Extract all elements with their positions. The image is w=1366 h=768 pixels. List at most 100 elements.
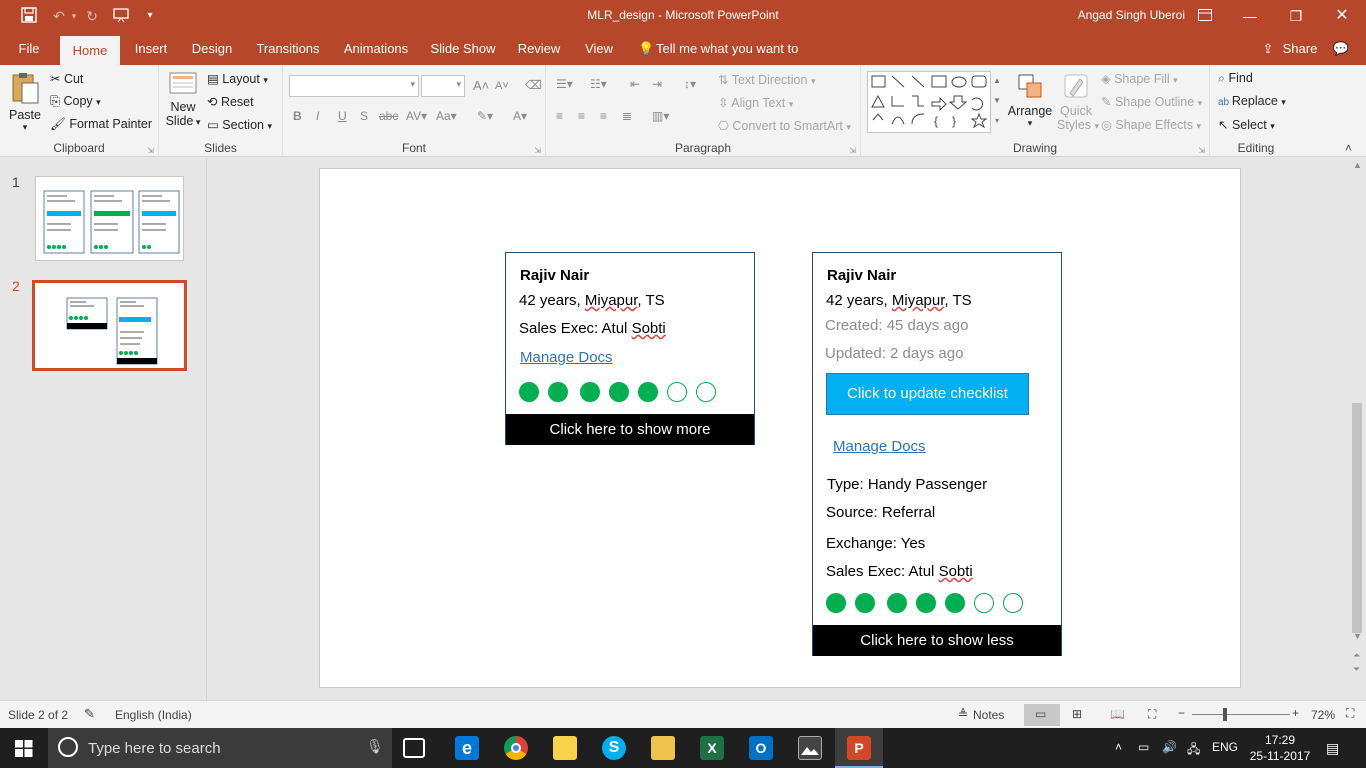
excel-icon[interactable]: X [700, 736, 724, 760]
justify-icon[interactable]: ≣ [622, 109, 632, 123]
slideshow-view-icon[interactable]: ⛶ [1148, 707, 1156, 722]
scroll-down-icon[interactable]: ▼ [1353, 631, 1362, 641]
layout-button[interactable]: ▤ Layout ▾ [207, 71, 268, 86]
new-slide-button[interactable]: New Slide ▾ [165, 71, 201, 128]
line-spacing-icon[interactable]: ↕▾ [684, 77, 696, 91]
contact-card-expanded[interactable]: Rajiv Nair 42 years, Miyapur, TS Created… [812, 252, 1062, 656]
shape-outline-button[interactable]: ✎ Shape Outline ▾ [1101, 94, 1202, 109]
paste-button[interactable]: Paste ▾ [8, 71, 42, 133]
powerpoint-taskbar-button[interactable]: P [835, 728, 883, 768]
select-button[interactable]: ↖ Select ▾ [1218, 117, 1275, 132]
cut-button[interactable]: ✂ Cut [50, 71, 83, 86]
taskbar-clock[interactable]: 17:29 25-11-2017 [1248, 732, 1312, 764]
notes-button[interactable]: Notes [973, 708, 1004, 722]
tab-review[interactable]: Review [512, 33, 566, 65]
format-painter-button[interactable]: 🖌 Format Painter [50, 117, 152, 132]
align-left-icon[interactable]: ≡ [556, 109, 563, 123]
tab-home[interactable]: Home [60, 36, 120, 65]
replace-dropdown-icon[interactable]: ▾ [1281, 97, 1286, 107]
scroll-up-icon[interactable]: ▲ [1353, 160, 1362, 170]
zoom-in-icon[interactable]: + [1292, 706, 1299, 720]
close-icon[interactable]: ✕ [1332, 6, 1352, 26]
increase-font-icon[interactable]: A˄ [473, 78, 489, 93]
tell-me-search[interactable]: Tell me what you want to do [656, 33, 816, 88]
tab-slide-show[interactable]: Slide Show [428, 33, 498, 65]
slide-thumbnail-1[interactable] [35, 176, 184, 261]
shapes-gallery[interactable]: {} [867, 71, 1003, 133]
highlight-icon[interactable]: ✎▾ [477, 109, 493, 123]
tab-design[interactable]: Design [186, 33, 238, 65]
shape-effects-button[interactable]: ◎ Shape Effects ▾ [1101, 117, 1201, 132]
font-size-dropdown-icon[interactable]: ▾ [456, 79, 461, 90]
vertical-scrollbar[interactable]: ▲ ▼ ⏶ ⏷ [1348, 158, 1366, 700]
contact-card-collapsed[interactable]: Rajiv Nair 42 years, Miyapur, TS Sales E… [505, 252, 755, 445]
show-hidden-icons-icon[interactable]: ˄ [1115, 740, 1122, 754]
volume-icon[interactable]: 🔊 [1162, 740, 1177, 754]
drawing-launcher-icon[interactable]: ⇲ [1198, 146, 1205, 155]
italic-icon[interactable]: I [316, 109, 319, 123]
sticky-notes-icon[interactable] [553, 736, 577, 760]
font-color-icon[interactable]: A▾ [513, 109, 527, 123]
chrome-icon[interactable] [504, 736, 528, 760]
align-center-icon[interactable]: ≡ [578, 109, 585, 123]
text-direction-button[interactable]: ⇅ Text Direction ▾ [718, 72, 815, 87]
tab-transitions[interactable]: Transitions [252, 33, 324, 65]
increase-indent-icon[interactable]: ⇥ [652, 77, 662, 91]
character-spacing-icon[interactable]: AV▾ [406, 109, 427, 123]
edge-icon[interactable]: e [455, 736, 479, 760]
shadow-icon[interactable]: S [360, 109, 368, 123]
font-launcher-icon[interactable]: ⇲ [534, 146, 541, 155]
align-right-icon[interactable]: ≡ [600, 109, 607, 123]
tab-view[interactable]: View [578, 33, 620, 65]
numbering-icon[interactable]: ☷▾ [590, 77, 607, 91]
taskbar-search-box[interactable]: Type here to search 🎙 [48, 728, 392, 768]
outlook-icon[interactable]: O [749, 736, 773, 760]
shape-fill-button[interactable]: ◈ Shape Fill ▾ [1101, 71, 1178, 86]
action-center-icon[interactable]: ▤ [1326, 740, 1339, 757]
update-checklist-button[interactable]: Click to update checklist [826, 373, 1029, 415]
font-name-box[interactable]: ▾ [289, 75, 419, 97]
share-button[interactable]: Share [1280, 33, 1320, 65]
reading-view-icon[interactable]: 📖 [1110, 707, 1125, 721]
slide-thumbnail-2[interactable] [32, 280, 187, 371]
strikethrough-icon[interactable]: abc [379, 109, 398, 123]
paragraph-launcher-icon[interactable]: ⇲ [849, 146, 856, 155]
underline-icon[interactable]: U [338, 109, 347, 123]
skype-icon[interactable]: S [602, 736, 626, 760]
clipboard-launcher-icon[interactable]: ⇲ [147, 146, 154, 155]
next-slide-icon[interactable]: ⏷ [1353, 664, 1360, 675]
restore-icon[interactable]: ❐ [1286, 6, 1306, 26]
new-slide-dropdown-icon[interactable]: ▾ [193, 117, 201, 127]
convert-smartart-button[interactable]: ⎔ Convert to SmartArt ▾ [718, 118, 851, 133]
share-icon[interactable]: ⇪ [1258, 33, 1278, 65]
spell-check-icon[interactable]: ✎ [84, 706, 95, 722]
language-status[interactable]: English (India) [115, 708, 192, 722]
quick-styles-button[interactable]: Quick Styles ▾ [1057, 71, 1099, 132]
arrange-button[interactable]: Arrange ▾ [1007, 71, 1053, 129]
slide-sorter-icon[interactable]: ⊞ [1072, 707, 1082, 721]
copy-button[interactable]: ⎘ Copy ▾ [50, 94, 101, 109]
previous-slide-icon[interactable]: ⏶ [1353, 650, 1360, 661]
zoom-slider-thumb[interactable] [1223, 708, 1227, 721]
zoom-level[interactable]: 72% [1311, 708, 1335, 722]
font-size-box[interactable]: ▾ [421, 75, 465, 97]
paste-dropdown-icon[interactable]: ▾ [8, 122, 42, 133]
align-text-button[interactable]: ⇳ Align Text ▾ [718, 95, 793, 110]
select-dropdown-icon[interactable]: ▾ [1270, 121, 1275, 131]
show-less-button[interactable]: Click here to show less [813, 625, 1061, 656]
tab-insert[interactable]: Insert [128, 33, 174, 65]
copy-dropdown-icon[interactable]: ▾ [96, 97, 101, 107]
comments-icon[interactable]: 💬 [1330, 33, 1352, 65]
shapes-gallery-scroll[interactable]: ▲ ▼ ▾ [990, 71, 1003, 133]
battery-icon[interactable]: ▭ [1138, 740, 1149, 754]
network-icon[interactable]: 🖧 [1187, 740, 1200, 761]
collapse-ribbon-icon[interactable]: ˄ [1345, 141, 1352, 155]
input-language[interactable]: ENG [1212, 740, 1238, 754]
photos-icon[interactable] [798, 736, 822, 760]
scroll-thumb[interactable] [1352, 403, 1362, 633]
task-view-icon[interactable] [403, 738, 425, 758]
normal-view-button[interactable]: ▭ [1024, 704, 1060, 726]
replace-button[interactable]: ab Replace ▾ [1218, 94, 1286, 108]
reset-button[interactable]: ⟲ Reset [207, 94, 254, 109]
start-button[interactable] [0, 728, 48, 768]
